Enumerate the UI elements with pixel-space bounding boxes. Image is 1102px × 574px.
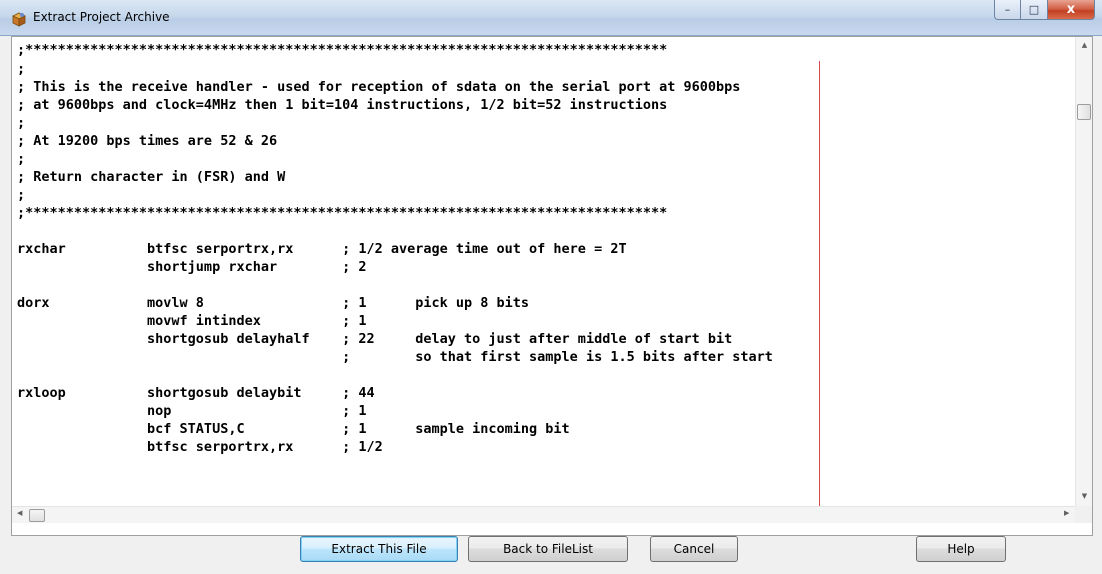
horizontal-scroll-thumb[interactable] (29, 509, 45, 522)
code-line: bcf STATUS,C ; 1 sample incoming bit (17, 421, 570, 437)
help-button[interactable]: Help (916, 536, 1006, 562)
code-line: rxchar btfsc serportrx,rx ; 1/2 average … (17, 241, 627, 257)
scrollbar-corner (1075, 506, 1092, 523)
code-line: ; (17, 151, 26, 167)
window-title: Extract Project Archive (33, 10, 170, 24)
minimize-button[interactable]: – (994, 0, 1021, 20)
arrow-right-icon[interactable]: ▶ (1064, 509, 1069, 517)
maximize-button[interactable]: □ (1021, 0, 1048, 20)
arrow-down-icon[interactable]: ▼ (1076, 492, 1093, 500)
extract-this-file-button[interactable]: Extract This File (300, 536, 458, 562)
window-controls: – □ x (994, 0, 1095, 21)
code-line: ; At 19200 bps times are 52 & 26 (17, 133, 278, 149)
code-line: ;***************************************… (17, 205, 668, 221)
vertical-scroll-thumb[interactable] (1077, 104, 1091, 120)
code-line: nop ; 1 (17, 403, 367, 419)
code-line: ;***************************************… (17, 42, 668, 58)
minimize-icon: – (1004, 3, 1011, 16)
file-viewer[interactable]: ;***************************************… (11, 36, 1093, 536)
vertical-scrollbar[interactable]: ▲ ▼ (1075, 37, 1092, 506)
code-line: ; (17, 187, 26, 203)
code-line: ; (17, 115, 26, 131)
back-to-filelist-button[interactable]: Back to FileList (468, 536, 628, 562)
code-text-area[interactable]: ;***************************************… (12, 37, 1076, 506)
code-line: movwf intindex ; 1 (17, 313, 367, 329)
close-icon: x (1066, 2, 1076, 17)
close-button[interactable]: x (1048, 0, 1095, 20)
arrow-left-icon[interactable]: ◀ (17, 509, 22, 517)
code-line: ; so that first sample is 1.5 bits after… (17, 349, 773, 365)
code-line: ; at 9600bps and clock=4MHz then 1 bit=1… (17, 97, 668, 113)
code-line: ; Return character in (FSR) and W (17, 169, 286, 185)
extract-archive-window: Extract Project Archive – □ x ;*********… (0, 0, 1102, 574)
code-line: ; (17, 61, 26, 77)
code-line: rxloop shortgosub delaybit ; 44 (17, 385, 375, 401)
cancel-button[interactable]: Cancel (650, 536, 738, 562)
archive-icon (12, 12, 26, 27)
right-margin-guide (819, 61, 820, 506)
code-line: shortjump rxchar ; 2 (17, 259, 367, 275)
title-bar[interactable]: Extract Project Archive – □ x (0, 0, 1102, 36)
code-line: btfsc serportrx,rx ; 1/2 (17, 439, 383, 455)
code-line: shortgosub delayhalf ; 22 delay to just … (17, 331, 733, 347)
arrow-up-icon[interactable]: ▲ (1076, 41, 1093, 49)
code-line: ; This is the receive handler - used for… (17, 79, 741, 95)
horizontal-scrollbar[interactable]: ◀ ▶ (12, 506, 1076, 523)
maximize-icon: □ (1028, 3, 1040, 16)
code-line: dorx movlw 8 ; 1 pick up 8 bits (17, 295, 530, 311)
